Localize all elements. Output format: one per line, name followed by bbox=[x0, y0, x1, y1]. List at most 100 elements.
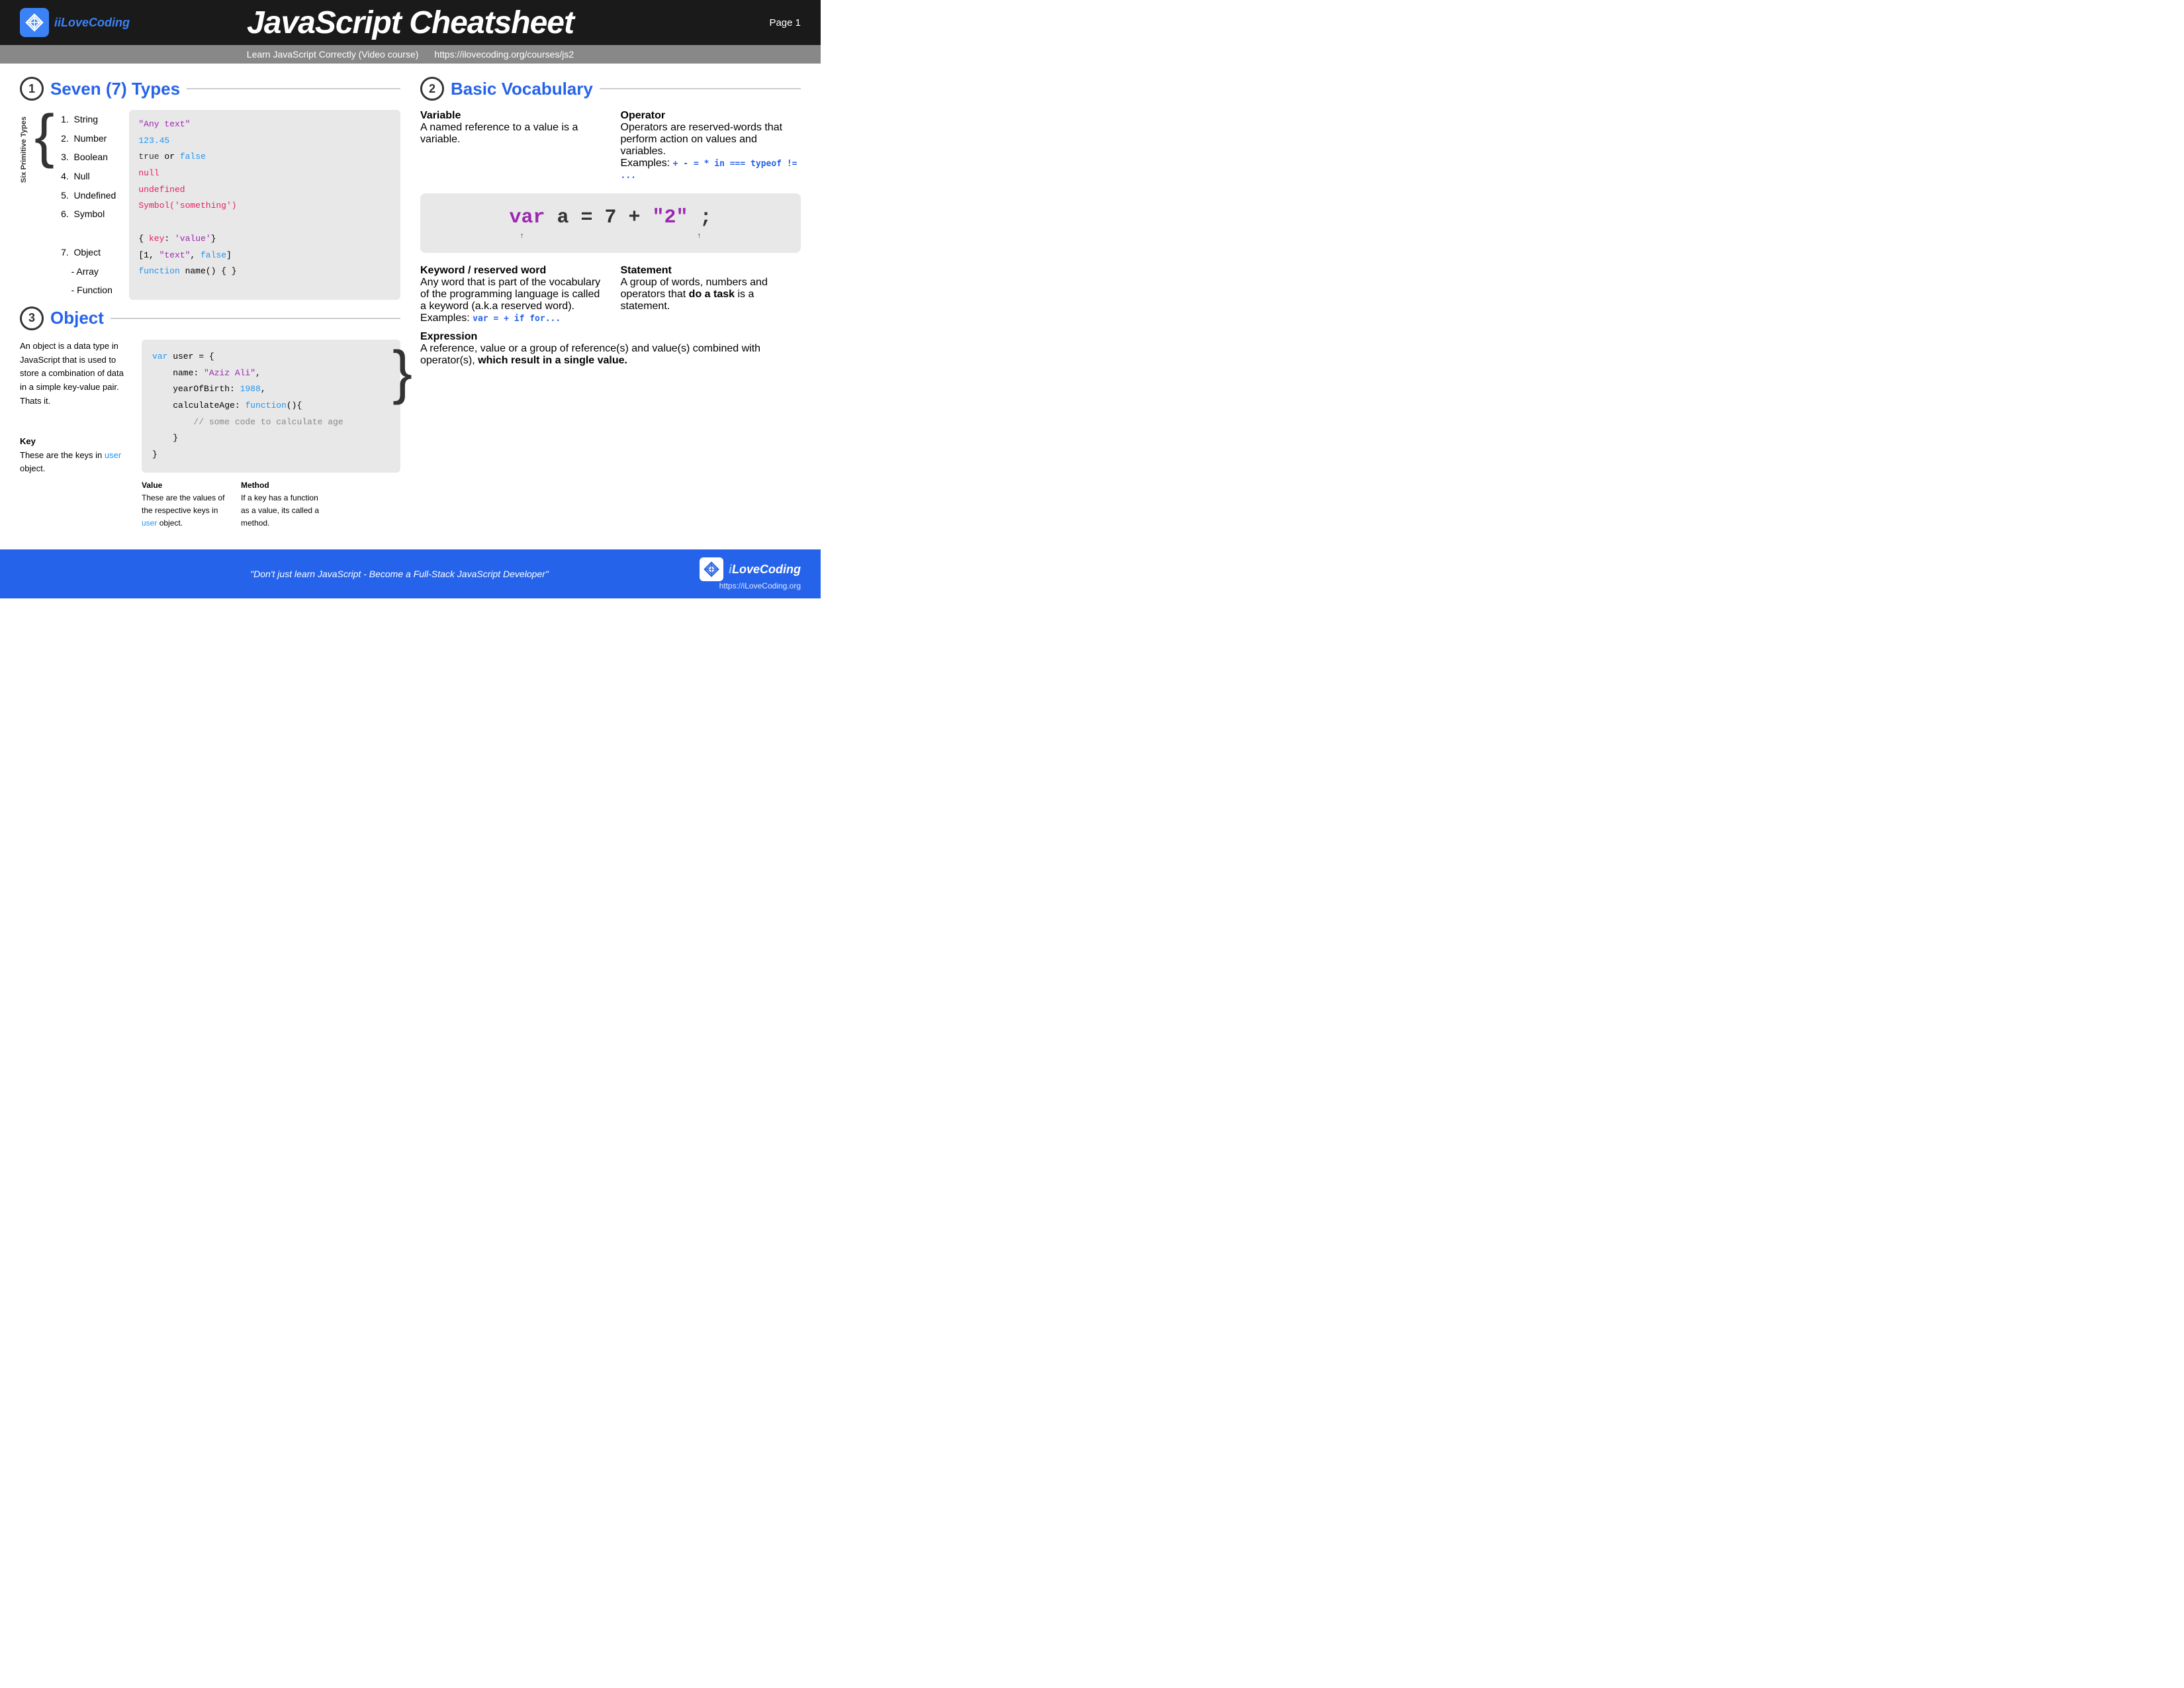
type-6: 6. Symbol bbox=[61, 205, 116, 224]
code-array: [1, "text", false] bbox=[138, 248, 391, 264]
code-boolean: true or false bbox=[138, 149, 391, 165]
expression-desc: A reference, value or a group of referen… bbox=[420, 343, 801, 367]
key-desc2: object. bbox=[20, 463, 45, 473]
section2-header: 2 Basic Vocabulary bbox=[420, 77, 801, 101]
code-number: 123.45 bbox=[138, 133, 391, 150]
type-5: 5. Undefined bbox=[61, 186, 116, 205]
section1-num: 1 bbox=[20, 77, 44, 101]
keyword-title: Keyword / reserved word bbox=[420, 265, 601, 277]
types-inner: Six Primitive Types { 1. String 2. Numbe… bbox=[20, 110, 400, 300]
code-string: "Any text" bbox=[138, 117, 391, 133]
main-title: JavaScript Cheatsheet bbox=[247, 5, 574, 41]
arrow-keyword: ↑ bbox=[520, 232, 524, 240]
logo-icon bbox=[20, 8, 49, 37]
vocab-expression: Expression A reference, value or a group… bbox=[420, 331, 801, 367]
expression-title: Expression bbox=[420, 331, 801, 343]
footer-logo: iLoveCoding https://iLoveCoding.org bbox=[700, 557, 801, 590]
variable-desc: A named reference to a value is a variab… bbox=[420, 122, 601, 146]
footer: "Don't just learn JavaScript - Become a … bbox=[0, 549, 821, 598]
type-3: 3. Boolean bbox=[61, 148, 116, 167]
types-code-box: "Any text" 123.45 true or false null und… bbox=[129, 110, 400, 300]
value-user: user bbox=[142, 518, 157, 528]
key-title: Key bbox=[20, 436, 36, 446]
section-vocab: 2 Basic Vocabulary Variable A named refe… bbox=[420, 77, 801, 530]
vocab-statement: Statement A group of words, numbers and … bbox=[621, 265, 801, 324]
page-number: Page 1 bbox=[769, 17, 801, 28]
obj-line4: calculateAge: function(){ bbox=[152, 398, 390, 414]
obj-line1: var user = { bbox=[152, 349, 390, 365]
obj-line5: // some code to calculate age bbox=[152, 414, 390, 431]
logo-area: iiLoveCoding bbox=[20, 8, 130, 37]
type-1: 1. String bbox=[61, 110, 116, 129]
object-desc: An object is a data type in JavaScript t… bbox=[20, 340, 132, 476]
vocab-operator: Operator Operators are reserved-words th… bbox=[621, 110, 801, 181]
value-method-area: Value These are the values of the respec… bbox=[142, 479, 394, 530]
code-function: function name() { } bbox=[138, 263, 391, 280]
section3-title: Object bbox=[50, 308, 104, 328]
statement-desc: A group of words, numbers and operators … bbox=[621, 277, 801, 312]
section1-line bbox=[187, 88, 400, 89]
value-desc: These are the values of the respective k… bbox=[142, 493, 224, 515]
section2-title: Basic Vocabulary bbox=[451, 79, 593, 99]
section-types: 1 Seven (7) Types Six Primitive Types { … bbox=[20, 77, 400, 300]
code-demo-arrows: ↑ ↑ bbox=[433, 232, 788, 240]
code-spacer bbox=[138, 214, 391, 231]
method-title: Method bbox=[241, 481, 269, 490]
operator-title: Operator bbox=[621, 110, 801, 122]
value-label: Value These are the values of the respec… bbox=[142, 479, 228, 530]
obj-line6: } bbox=[152, 430, 390, 447]
subheader-text: Learn JavaScript Correctly (Video course… bbox=[247, 49, 419, 60]
type-spacer bbox=[61, 224, 116, 243]
obj-line3: yearOfBirth: 1988, bbox=[152, 381, 390, 398]
keyword-desc: Any word that is part of the vocabulary … bbox=[420, 277, 601, 324]
obj-line2: name: "Aziz Ali", bbox=[152, 365, 390, 382]
brace-left: { bbox=[34, 107, 54, 300]
section1-title: Seven (7) Types bbox=[50, 79, 180, 99]
main-content: 1 Seven (7) Types Six Primitive Types { … bbox=[0, 64, 821, 543]
object-code-box: var user = { name: "Aziz Ali", yearOfBir… bbox=[142, 340, 400, 473]
header: iiLoveCoding JavaScript Cheatsheet Page … bbox=[0, 0, 821, 45]
footer-logo-text-area: iLoveCoding https://iLoveCoding.org bbox=[700, 557, 801, 590]
key-user: user bbox=[105, 450, 121, 460]
type-7: 7. Object bbox=[61, 243, 116, 262]
key-label: Key These are the keys in user object. bbox=[20, 435, 132, 476]
object-content: An object is a data type in JavaScript t… bbox=[20, 340, 400, 530]
code-undefined: undefined bbox=[138, 182, 391, 199]
footer-quote: "Don't just learn JavaScript - Become a … bbox=[99, 569, 700, 579]
type-array: - Array bbox=[61, 262, 116, 281]
key-desc: These are the keys in bbox=[20, 450, 102, 460]
object-desc-text: An object is a data type in JavaScript t… bbox=[20, 340, 132, 408]
code-symbol: Symbol('something') bbox=[138, 198, 391, 214]
method-label: Method If a key has a function as a valu… bbox=[241, 479, 327, 530]
operator-desc: Operators are reserved-words that perfor… bbox=[621, 122, 801, 181]
footer-logo-text: iLoveCoding bbox=[729, 563, 801, 577]
subheader-link[interactable]: https://ilovecoding.org/courses/js2 bbox=[434, 49, 574, 60]
variable-title: Variable bbox=[420, 110, 601, 122]
value-desc2: object. bbox=[159, 518, 183, 528]
section1-header: 1 Seven (7) Types bbox=[20, 77, 400, 101]
footer-logo-icon bbox=[700, 557, 723, 581]
type-function: - Function bbox=[61, 281, 116, 300]
footer-url: https://iLoveCoding.org bbox=[700, 581, 801, 590]
section-object: 3 Object An object is a data type in Jav… bbox=[20, 306, 400, 530]
type-2: 2. Number bbox=[61, 129, 116, 148]
side-label: Six Primitive Types bbox=[20, 117, 28, 183]
object-code-wrapper: var user = { name: "Aziz Ali", yearOfBir… bbox=[142, 340, 400, 530]
value-title: Value bbox=[142, 481, 162, 490]
section3-line bbox=[111, 318, 400, 319]
vocab-grid: Variable A named reference to a value is… bbox=[420, 110, 801, 367]
subheader: Learn JavaScript Correctly (Video course… bbox=[0, 45, 821, 64]
type-4: 4. Null bbox=[61, 167, 116, 186]
section2-line bbox=[600, 88, 801, 89]
section3-num: 3 bbox=[20, 306, 44, 330]
code-demo-box: var a = 7 + "2" ; ↑ ↑ bbox=[420, 193, 801, 253]
code-null: null bbox=[138, 165, 391, 182]
logo-text: iiLoveCoding bbox=[54, 16, 130, 30]
method-desc: If a key has a function as a value, its … bbox=[241, 493, 319, 528]
types-list-wrapper: 1. String 2. Number 3. Boolean 4. Null 5… bbox=[61, 110, 116, 300]
code-object: { key: 'value'} bbox=[138, 231, 391, 248]
obj-line7: } bbox=[152, 447, 390, 463]
section3-header: 3 Object bbox=[20, 306, 400, 330]
footer-logo-row: iLoveCoding bbox=[700, 557, 801, 581]
statement-title: Statement bbox=[621, 265, 801, 277]
